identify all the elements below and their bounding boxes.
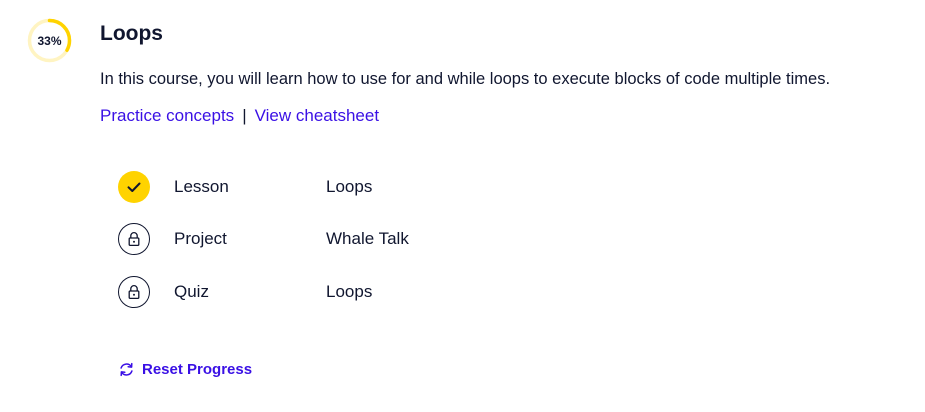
content-item-project[interactable]: Project Whale Talk: [118, 223, 409, 255]
links-separator: |: [242, 106, 247, 125]
content-item-name: Loops: [326, 177, 373, 196]
content-item-name: Loops: [326, 282, 373, 301]
module-title: Loops: [100, 22, 163, 45]
content-item-type: Project: [174, 229, 227, 248]
lock-icon: [118, 276, 150, 308]
module-description: In this course, you will learn how to us…: [100, 70, 831, 88]
content-item-type: Quiz: [174, 282, 209, 301]
reset-progress-label: Reset Progress: [142, 361, 253, 378]
content-item-quiz[interactable]: Quiz Loops: [118, 276, 372, 308]
practice-concepts-link[interactable]: Practice concepts: [100, 106, 234, 125]
module-links: Practice concepts | View cheatsheet: [100, 106, 379, 126]
checkmark-icon: [118, 171, 150, 203]
content-item-type: Lesson: [174, 177, 229, 196]
content-item-lesson[interactable]: Lesson Loops: [118, 171, 372, 203]
refresh-icon: [120, 362, 133, 377]
view-cheatsheet-link[interactable]: View cheatsheet: [255, 106, 379, 125]
lock-icon: [118, 223, 150, 255]
content-item-name: Whale Talk: [326, 229, 409, 248]
progress-ring: 33%: [27, 18, 72, 63]
progress-percent: 33%: [37, 33, 62, 48]
reset-progress-button[interactable]: Reset Progress: [118, 361, 252, 378]
